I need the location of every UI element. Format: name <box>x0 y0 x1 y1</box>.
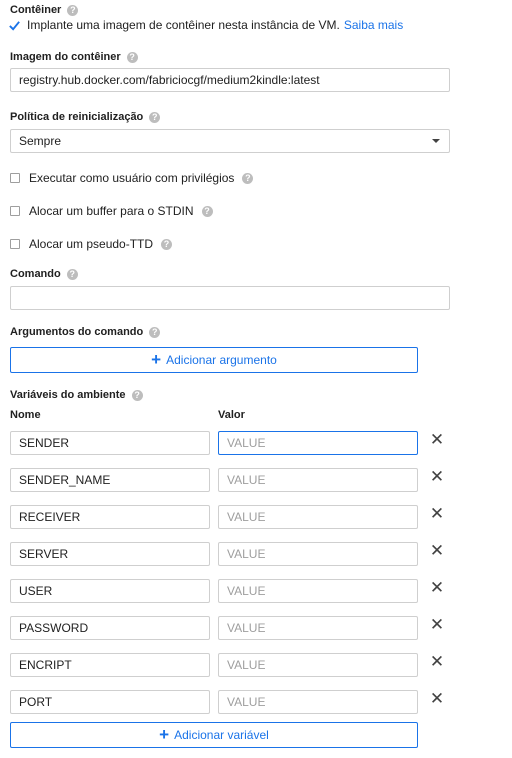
env-name-input[interactable]: SENDER <box>10 431 210 455</box>
container-title: Contêiner <box>10 4 62 16</box>
close-icon[interactable]: ✕ <box>429 468 445 485</box>
command-section-title: Comando ? <box>10 268 78 280</box>
env-value-input[interactable]: VALUE <box>218 431 418 455</box>
option-label: Alocar um pseudo-TTD <box>29 237 154 251</box>
env-name-input[interactable]: PORT <box>10 690 210 714</box>
option-label: Executar como usuário com privilégios <box>29 171 235 185</box>
close-icon[interactable]: ✕ <box>429 431 445 448</box>
help-icon[interactable]: ? <box>67 4 79 16</box>
env-name-input[interactable]: SERVER <box>10 542 210 566</box>
deploy-container-row[interactable]: Implante uma imagem de contêiner nesta i… <box>8 18 403 32</box>
help-icon[interactable]: ? <box>126 51 138 63</box>
command-label: Comando <box>10 268 61 280</box>
env-value-placeholder: VALUE <box>227 473 266 487</box>
help-icon[interactable]: ? <box>66 268 78 280</box>
add-variable-label: Adicionar variável <box>174 728 269 742</box>
env-name-value: PORT <box>19 695 53 709</box>
help-icon[interactable]: ? <box>242 172 254 184</box>
env-value-input[interactable]: VALUE <box>218 505 418 529</box>
env-name-value: SENDER_NAME <box>19 473 111 487</box>
option-label: Alocar um buffer para o STDIN <box>29 204 194 218</box>
learn-more-link[interactable]: Saiba mais <box>344 18 403 32</box>
option-stdin-row[interactable]: Alocar um buffer para o STDIN ? <box>10 204 213 218</box>
stdin-checkbox[interactable] <box>10 206 20 216</box>
tty-checkbox[interactable] <box>10 239 20 249</box>
close-icon[interactable]: ✕ <box>429 616 445 633</box>
add-variable-button[interactable]: + Adicionar variável <box>10 722 418 748</box>
env-name-input[interactable]: ENCRIPT <box>10 653 210 677</box>
env-value-placeholder: VALUE <box>227 584 266 598</box>
env-name-input[interactable]: PASSWORD <box>10 616 210 640</box>
image-section-title: Imagem do contêiner ? <box>10 51 138 63</box>
container-image-input[interactable]: registry.hub.docker.com/fabriciocgf/medi… <box>10 68 450 92</box>
env-name-input[interactable]: USER <box>10 579 210 603</box>
env-name-value: USER <box>19 584 53 598</box>
env-value-placeholder: VALUE <box>227 436 266 450</box>
env-value-input[interactable]: VALUE <box>218 690 418 714</box>
restart-policy-section-title: Política de reinicialização ? <box>10 111 161 123</box>
env-value-input[interactable]: VALUE <box>218 542 418 566</box>
add-argument-label: Adicionar argumento <box>166 353 277 367</box>
option-tty-row[interactable]: Alocar um pseudo-TTD ? <box>10 237 173 251</box>
env-name-value: SERVER <box>19 547 69 561</box>
close-icon[interactable]: ✕ <box>429 690 445 707</box>
env-value-placeholder: VALUE <box>227 621 266 635</box>
env-name-value: ENCRIPT <box>19 658 72 672</box>
env-name-input[interactable]: SENDER_NAME <box>10 468 210 492</box>
help-icon[interactable]: ? <box>201 205 213 217</box>
close-icon[interactable]: ✕ <box>429 505 445 522</box>
env-section-title: Variáveis do ambiente ? <box>10 389 143 401</box>
plus-icon: + <box>159 725 170 744</box>
add-argument-button[interactable]: + Adicionar argumento <box>10 347 418 373</box>
env-value-input[interactable]: VALUE <box>218 579 418 603</box>
option-privileged-row[interactable]: Executar como usuário com privilégios ? <box>10 171 254 185</box>
close-icon[interactable]: ✕ <box>429 653 445 670</box>
env-name-header: Nome <box>10 409 41 421</box>
restart-policy-select[interactable]: Sempre <box>10 129 450 153</box>
env-name-input[interactable]: RECEIVER <box>10 505 210 529</box>
env-value-header: Valor <box>218 409 245 421</box>
env-value-input[interactable]: VALUE <box>218 468 418 492</box>
plus-icon: + <box>151 350 162 369</box>
env-value-placeholder: VALUE <box>227 510 266 524</box>
env-name-value: SENDER <box>19 436 70 450</box>
command-input[interactable] <box>10 286 450 310</box>
close-icon[interactable]: ✕ <box>429 542 445 559</box>
env-label: Variáveis do ambiente <box>10 389 126 401</box>
help-icon[interactable]: ? <box>149 326 161 338</box>
help-icon[interactable]: ? <box>131 389 143 401</box>
close-icon[interactable]: ✕ <box>429 579 445 596</box>
privileged-checkbox[interactable] <box>10 173 20 183</box>
container-image-value: registry.hub.docker.com/fabriciocgf/medi… <box>19 73 320 87</box>
env-value-placeholder: VALUE <box>227 695 266 709</box>
env-value-input[interactable]: VALUE <box>218 616 418 640</box>
env-value-placeholder: VALUE <box>227 658 266 672</box>
help-icon[interactable]: ? <box>149 111 161 123</box>
env-value-input[interactable]: VALUE <box>218 653 418 677</box>
env-name-value: PASSWORD <box>19 621 89 635</box>
restart-policy-value: Sempre <box>19 134 62 148</box>
restart-policy-label: Política de reinicialização <box>10 111 144 123</box>
arguments-section-title: Argumentos do comando ? <box>10 326 161 338</box>
dropdown-arrow-icon <box>432 139 440 143</box>
container-section-title: Contêiner ? <box>10 4 79 16</box>
help-icon[interactable]: ? <box>161 238 173 250</box>
checkmark-icon[interactable] <box>8 19 21 32</box>
env-name-value: RECEIVER <box>19 510 81 524</box>
deploy-container-label: Implante uma imagem de contêiner nesta i… <box>27 18 340 32</box>
arguments-label: Argumentos do comando <box>10 326 144 338</box>
env-value-placeholder: VALUE <box>227 547 266 561</box>
image-label: Imagem do contêiner <box>10 51 121 63</box>
